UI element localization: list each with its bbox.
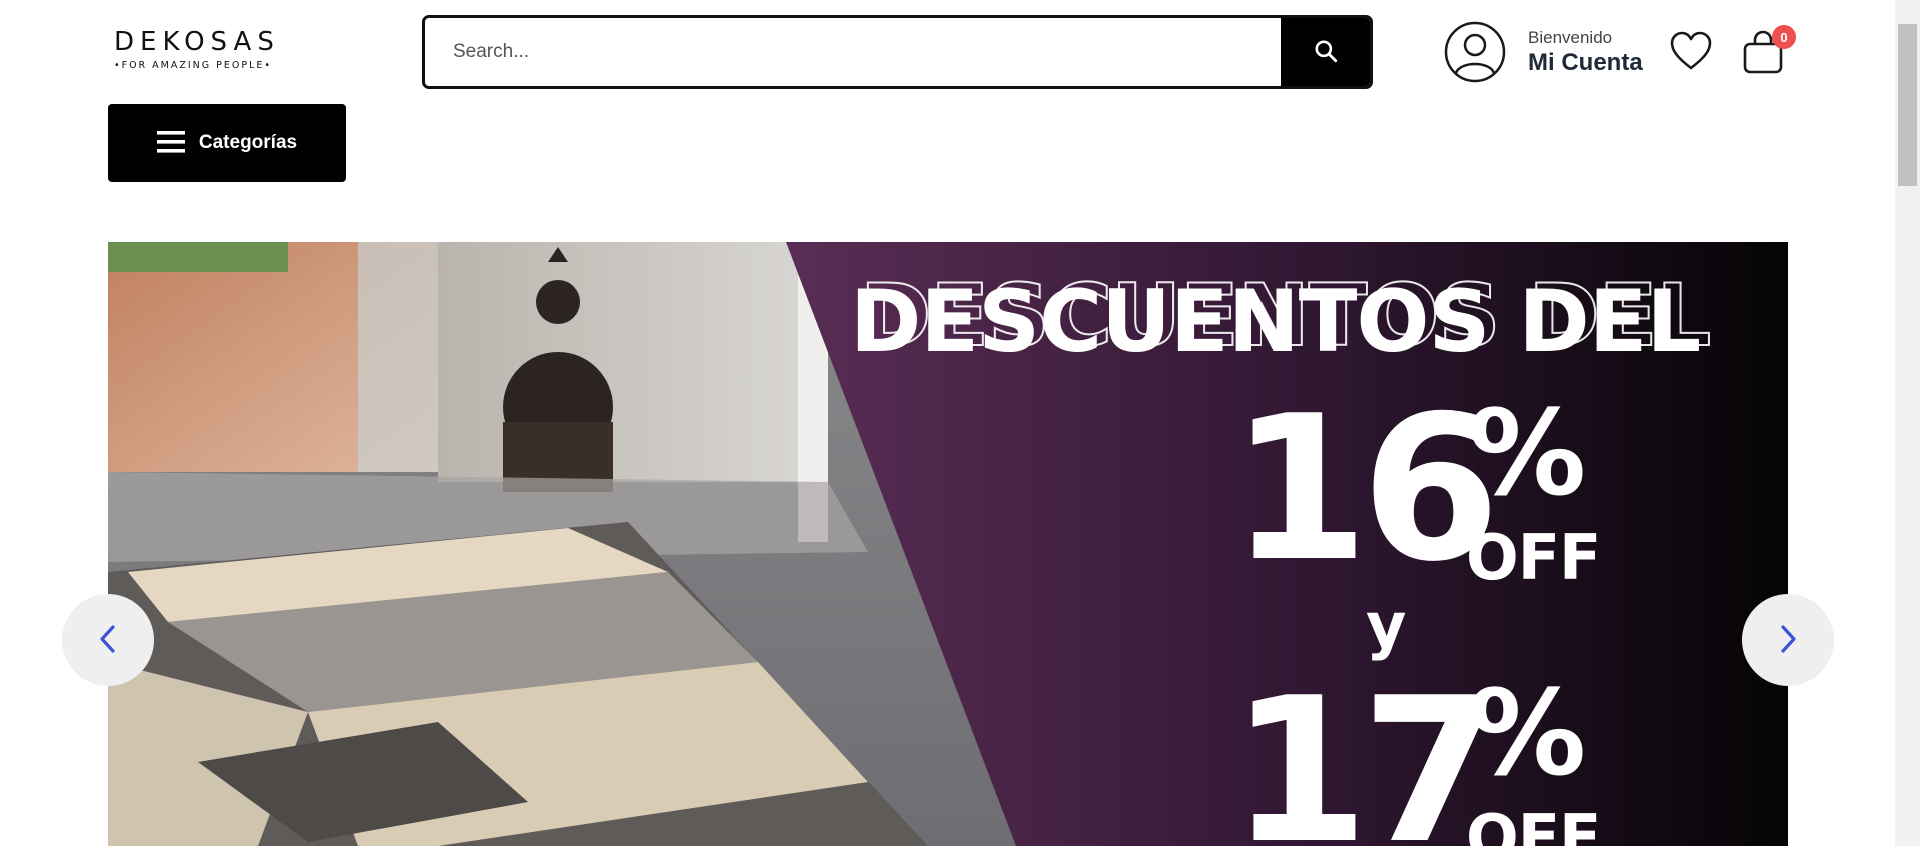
hamburger-menu-icon	[156, 130, 185, 157]
cart-count-badge: 0	[1772, 25, 1796, 49]
search-bar	[422, 15, 1373, 89]
account-text: Bienvenido Mi Cuenta	[1528, 27, 1643, 77]
hero-slider[interactable]: DESCUENTOS DEL DESCUENTOS DEL 16 % OFF y…	[108, 242, 1788, 846]
scrollbar-thumb[interactable]	[1898, 24, 1917, 186]
chevron-left-icon	[97, 624, 119, 657]
logo-tagline: •FOR AMAZING PEOPLE•	[114, 60, 272, 71]
page: DEKOSAS •FOR AMAZING PEOPLE• Bienvenido	[0, 0, 1920, 846]
account-greeting: Bienvenido	[1528, 28, 1613, 47]
account-link[interactable]: Bienvenido Mi Cuenta	[1444, 21, 1643, 83]
search-button[interactable]	[1281, 18, 1370, 86]
user-circle-icon	[1444, 21, 1506, 83]
categories-button[interactable]: Categorías	[108, 104, 346, 182]
chevron-right-icon	[1777, 624, 1799, 657]
site-logo[interactable]: DEKOSAS •FOR AMAZING PEOPLE•	[114, 27, 284, 73]
heart-icon[interactable]	[1670, 31, 1712, 71]
page-scrollbar[interactable]	[1895, 0, 1920, 846]
account-title: Mi Cuenta	[1528, 49, 1643, 76]
hero-banner-image	[108, 242, 1788, 846]
search-icon	[1313, 38, 1339, 67]
search-input[interactable]	[425, 18, 1281, 86]
logo-wordmark: DEKOSAS	[114, 27, 280, 57]
slider-next-button[interactable]	[1742, 594, 1834, 686]
slider-prev-button[interactable]	[62, 594, 154, 686]
categories-label: Categorías	[198, 132, 298, 153]
